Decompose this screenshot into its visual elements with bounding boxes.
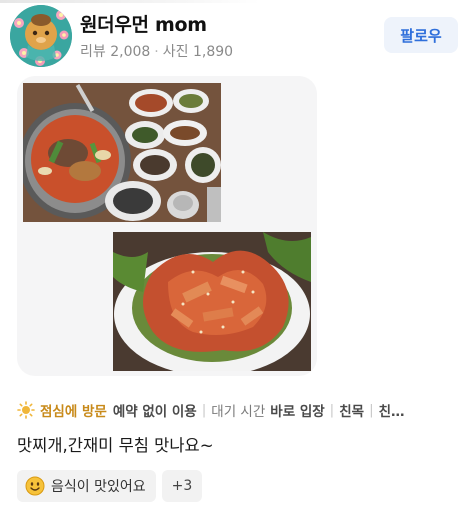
stats-separator: · [154,44,159,60]
more-keywords-chip[interactable]: +3 [161,470,203,502]
review-count: 리뷰 2,008 [80,44,151,60]
keyword-chips: 음식이 맛있어요 +3 [17,470,203,502]
photo-count: 사진 1,890 [162,44,234,60]
sun-icon [17,401,35,419]
reservation-tag: 예약 없이 이용 [112,404,197,420]
keyword-chip-tasty[interactable]: 음식이 맛있어요 [17,470,156,502]
wait-time-label: 대기 시간 [211,404,266,420]
tag-divider: | [201,402,207,418]
username[interactable]: 원더우먼 mom [80,10,207,37]
follow-button[interactable]: 팔로우 [384,17,458,53]
review-photo-stew[interactable] [23,83,221,222]
review-photo-muchim[interactable] [113,232,311,371]
avatar-character-icon [10,5,72,67]
purpose-tag: 친목 [339,404,365,420]
visit-time-tag: 점심에 방문 [40,404,107,420]
muchim-photo-image [113,232,311,371]
tag-divider: | [329,402,335,418]
stew-photo-image [23,83,221,222]
keyword-chip-label: 음식이 맛있어요 [51,479,146,495]
tag-divider: | [369,402,374,418]
reviewer-stats: 리뷰 2,008 · 사진 1,890 [80,41,233,61]
review-header: 원더우먼 mom 리뷰 2,008 · 사진 1,890 팔로우 [0,0,463,72]
review-text[interactable]: 맛찌개,간재미 무침 맛나요~ [17,432,214,456]
companion-tag-truncated: 친… [378,404,405,420]
visit-tags: 점심에 방문 예약 없이 이용 | 대기 시간 바로 입장 | 친목 | 친… [17,400,463,420]
wait-time-value: 바로 입장 [270,404,325,420]
avatar[interactable] [10,5,72,67]
review-photo-card[interactable] [17,76,317,376]
smile-emoji-icon [25,476,45,496]
